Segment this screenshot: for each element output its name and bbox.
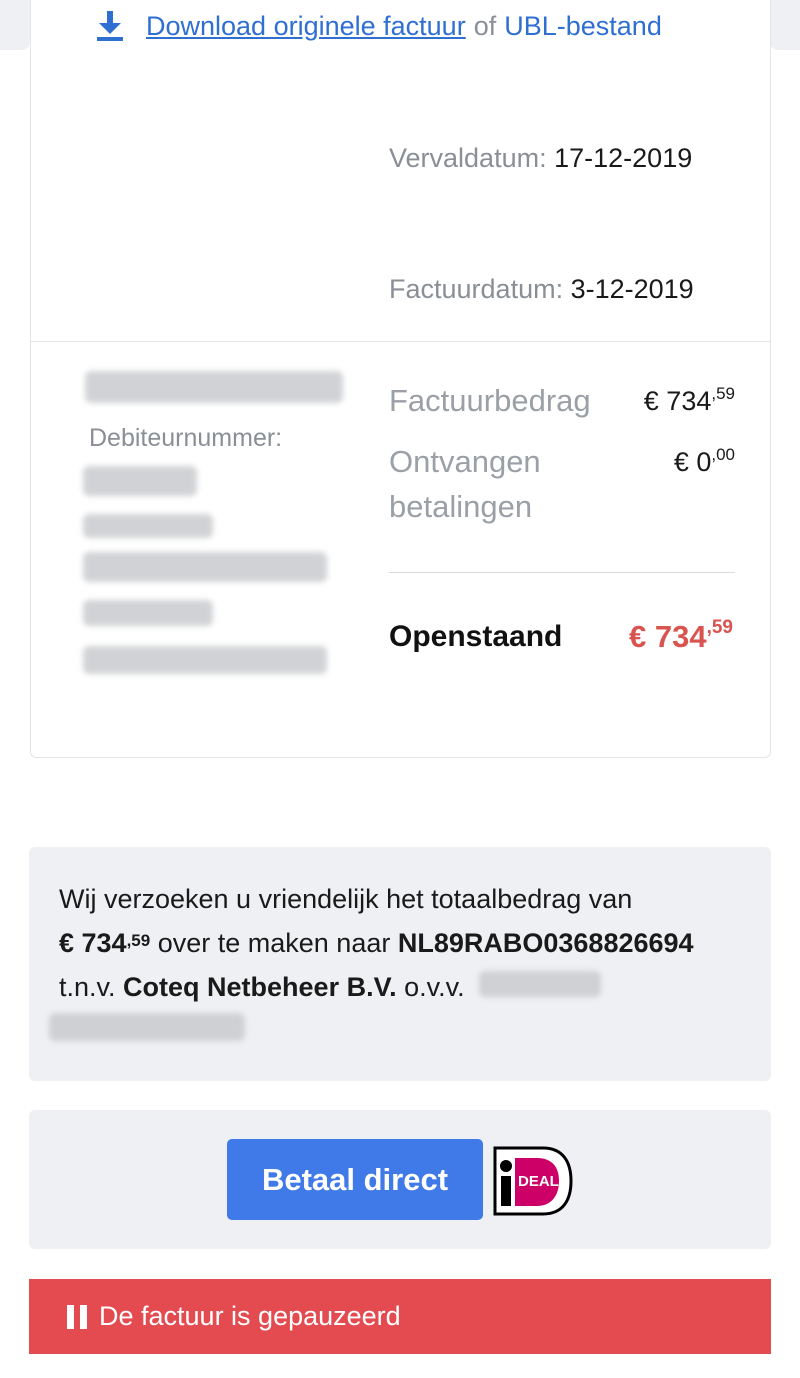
due-date-label: Vervaldatum: <box>389 143 547 173</box>
download-ubl-link[interactable]: UBL-bestand <box>504 11 662 42</box>
payment-amount-main: € 734 <box>59 928 127 958</box>
payment-amount: € 734,59 <box>59 928 150 958</box>
received-amount-main: € 0 <box>673 447 712 477</box>
redacted-payment-reference-1 <box>479 971 601 997</box>
payment-iban: NL89RABO0368826694 <box>397 928 694 958</box>
received-label-line-2: betalingen <box>389 489 533 524</box>
redacted-address-line-3 <box>83 600 213 626</box>
payment-transfer-text: over te maken naar <box>150 928 398 958</box>
redacted-address-line-4 <box>83 646 327 674</box>
invoice-amount-main: € 734 <box>643 386 712 416</box>
open-amount-value: € 734,59 <box>629 617 733 655</box>
download-original-invoice-link[interactable]: Download originele factuur <box>146 11 466 42</box>
open-amount-cents: ,59 <box>706 617 733 638</box>
amount-divider <box>389 572 735 573</box>
invoice-date-value: 3-12-2019 <box>570 274 694 304</box>
pay-button-box: Betaal direct DEAL <box>29 1110 771 1249</box>
invoice-date-line: Factuurdatum: 3-12-2019 <box>389 274 694 305</box>
open-amount-main: € 734 <box>629 619 707 654</box>
download-icon[interactable] <box>96 10 124 42</box>
ideal-logo: DEAL <box>493 1146 573 1216</box>
due-date-line: Vervaldatum: 17-12-2019 <box>389 143 692 174</box>
received-payments-value: € 0,00 <box>673 445 735 478</box>
due-date-value: 17-12-2019 <box>554 143 693 173</box>
payment-request-line-1: Wij verzoeken u vriendelijk het totaalbe… <box>59 884 633 914</box>
received-label-line-1: Ontvangen <box>389 444 541 479</box>
download-row: Download originele factuur of UBL-bestan… <box>96 8 662 44</box>
payment-instructions-box: Wij verzoeken u vriendelijk het totaalbe… <box>29 847 771 1081</box>
payment-ovv-label: o.v.v. <box>396 972 465 1002</box>
pause-icon <box>67 1304 87 1329</box>
payment-tnv-label: t.n.v. <box>59 972 124 1002</box>
invoice-amount-value: € 734,59 <box>643 384 735 417</box>
received-payments-label: Ontvangen betalingen <box>389 439 541 529</box>
received-amount-cents: ,00 <box>711 445 735 464</box>
top-bar-right-panel <box>770 0 800 50</box>
invoice-date-label: Factuurdatum: <box>389 274 564 304</box>
invoice-amount-label: Factuurbedrag <box>389 383 591 418</box>
ideal-logo-text: DEAL <box>518 1173 559 1190</box>
redacted-customer-name <box>85 371 343 403</box>
download-or-text: of <box>473 10 497 41</box>
invoice-paused-text: De factuur is gepauzeerd <box>99 1301 401 1331</box>
top-bar-left-panel <box>0 0 30 50</box>
pay-direct-button[interactable]: Betaal direct <box>227 1139 483 1220</box>
debtor-number-label: Debiteurnummer: <box>89 424 283 452</box>
redacted-address-line-2 <box>83 552 327 582</box>
payment-amount-cents: ,59 <box>126 931 151 950</box>
redacted-debtor-number <box>83 466 197 496</box>
invoice-paused-banner: De factuur is gepauzeerd <box>29 1279 771 1354</box>
redacted-address-line-1 <box>83 514 213 538</box>
invoice-amount-cents: ,59 <box>711 384 735 403</box>
redacted-payment-reference-2 <box>49 1013 245 1041</box>
open-amount-label: Openstaand <box>389 620 563 653</box>
invoice-card: Vervaldatum: 17-12-2019 Factuurdatum: 3-… <box>30 0 771 758</box>
payment-instructions-text: Wij verzoeken u vriendelijk het totaalbe… <box>59 877 749 1009</box>
card-divider <box>31 341 770 342</box>
payment-company-name: Coteq Netbeheer B.V. <box>123 972 397 1002</box>
